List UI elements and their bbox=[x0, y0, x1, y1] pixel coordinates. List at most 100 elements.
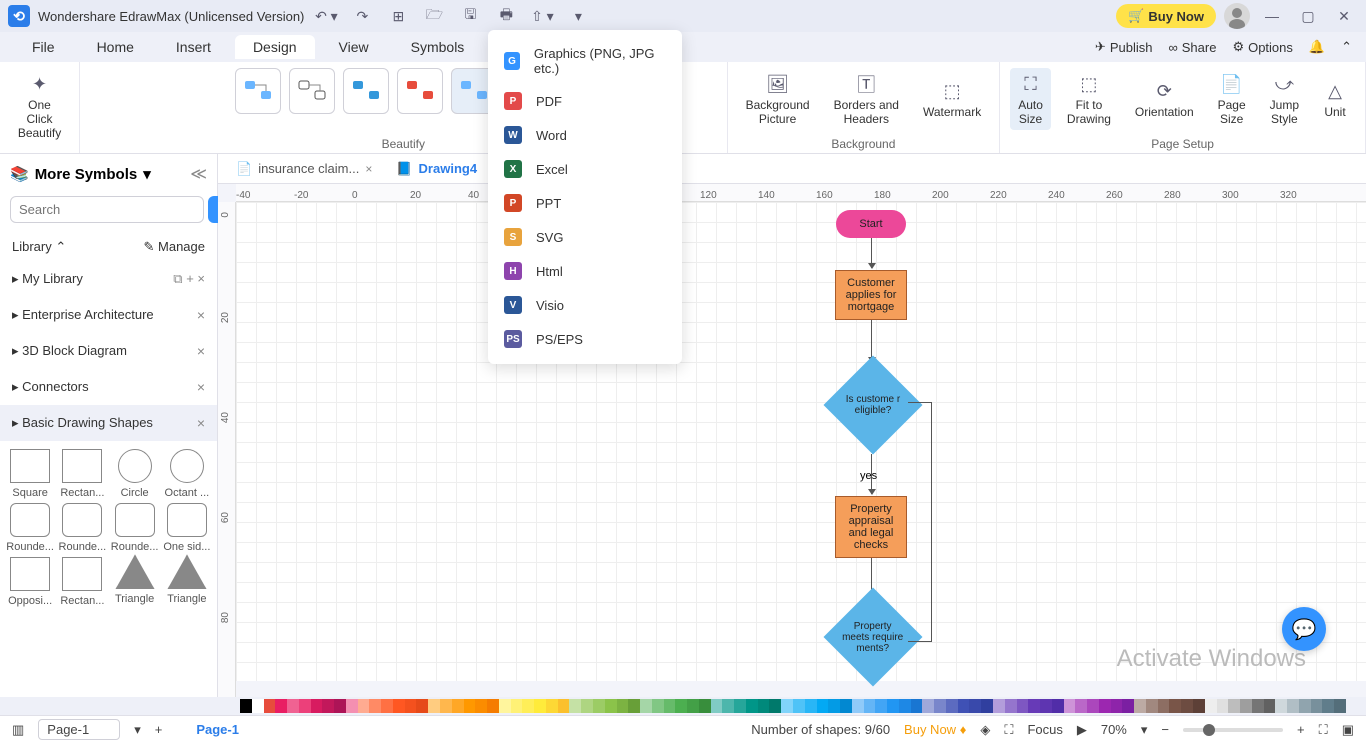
color-swatch[interactable] bbox=[817, 699, 829, 713]
options-button[interactable]: ⚙ Options bbox=[1232, 39, 1292, 55]
color-swatch[interactable] bbox=[299, 699, 311, 713]
color-swatch[interactable] bbox=[1111, 699, 1123, 713]
color-swatch[interactable] bbox=[1122, 699, 1134, 713]
color-swatch[interactable] bbox=[1134, 699, 1146, 713]
export-excel[interactable]: XExcel bbox=[488, 152, 682, 186]
flowchart-process[interactable]: Property appraisal and legal checks bbox=[835, 496, 907, 558]
color-swatch[interactable] bbox=[769, 699, 781, 713]
color-swatch[interactable] bbox=[534, 699, 546, 713]
color-swatch[interactable] bbox=[1311, 699, 1323, 713]
color-swatch[interactable] bbox=[981, 699, 993, 713]
document-tab[interactable]: 📄 insurance claim... × bbox=[226, 157, 382, 181]
color-swatch[interactable] bbox=[428, 699, 440, 713]
export-html[interactable]: HHtml bbox=[488, 254, 682, 288]
export-graphics-png-jpg-etc-[interactable]: GGraphics (PNG, JPG etc.) bbox=[488, 38, 682, 84]
color-swatch[interactable] bbox=[864, 699, 876, 713]
color-swatch[interactable] bbox=[346, 699, 358, 713]
close-icon[interactable]: × bbox=[197, 415, 205, 431]
color-swatch[interactable] bbox=[405, 699, 417, 713]
document-tab[interactable]: 📘 Drawing4 bbox=[386, 157, 487, 181]
color-swatch[interactable] bbox=[687, 699, 699, 713]
page-tab[interactable]: Page-1 bbox=[196, 722, 239, 737]
flowchart-process[interactable]: Customer applies for mortgage bbox=[835, 270, 907, 320]
export-word[interactable]: WWord bbox=[488, 118, 682, 152]
color-swatch[interactable] bbox=[487, 699, 499, 713]
color-swatch[interactable] bbox=[840, 699, 852, 713]
export-svg[interactable]: SSVG bbox=[488, 220, 682, 254]
color-swatch[interactable] bbox=[569, 699, 581, 713]
color-swatch[interactable] bbox=[911, 699, 923, 713]
shape-item[interactable]: Square bbox=[6, 449, 54, 499]
color-swatch[interactable] bbox=[699, 699, 711, 713]
symbol-search-input[interactable] bbox=[10, 196, 204, 223]
collapse-ribbon-icon[interactable]: ⌃ bbox=[1341, 39, 1352, 55]
close-icon[interactable]: × bbox=[197, 379, 205, 395]
menu-insert[interactable]: Insert bbox=[158, 35, 229, 59]
zoom-value[interactable]: 70% bbox=[1101, 722, 1127, 737]
page-list-icon[interactable]: ▥ bbox=[12, 722, 24, 738]
color-swatch[interactable] bbox=[993, 699, 1005, 713]
color-swatch[interactable] bbox=[828, 699, 840, 713]
color-swatch[interactable] bbox=[969, 699, 981, 713]
color-swatch[interactable] bbox=[416, 699, 428, 713]
shape-item[interactable]: Rectan... bbox=[58, 557, 106, 607]
print-icon[interactable]: 🖶 bbox=[492, 2, 520, 30]
color-swatch[interactable] bbox=[452, 699, 464, 713]
layers-icon[interactable]: ◈ bbox=[980, 722, 990, 738]
color-swatch[interactable] bbox=[852, 699, 864, 713]
color-swatch[interactable] bbox=[322, 699, 334, 713]
color-swatch[interactable] bbox=[1228, 699, 1240, 713]
color-swatch[interactable] bbox=[1299, 699, 1311, 713]
color-swatch[interactable] bbox=[252, 699, 264, 713]
theme-preset[interactable] bbox=[289, 68, 335, 114]
shape-item[interactable]: Rounde... bbox=[58, 503, 106, 553]
color-swatch[interactable] bbox=[617, 699, 629, 713]
redo-icon[interactable]: ↷ bbox=[348, 2, 376, 30]
menu-view[interactable]: View bbox=[321, 35, 387, 59]
symbol-category[interactable]: ▸ Enterprise Architecture× bbox=[0, 297, 217, 333]
color-swatch[interactable] bbox=[369, 699, 381, 713]
close-tab-icon[interactable]: × bbox=[365, 162, 372, 176]
undo-icon[interactable]: ↶ ▾ bbox=[312, 2, 340, 30]
theme-preset[interactable] bbox=[343, 68, 389, 114]
color-swatch[interactable] bbox=[511, 699, 523, 713]
connector[interactable] bbox=[871, 238, 872, 268]
color-swatch[interactable] bbox=[958, 699, 970, 713]
menu-design[interactable]: Design bbox=[235, 35, 315, 59]
export-ppt[interactable]: PPPT bbox=[488, 186, 682, 220]
color-swatch[interactable] bbox=[1052, 699, 1064, 713]
page-dropdown-icon[interactable]: ▾ bbox=[134, 722, 141, 738]
color-swatch[interactable] bbox=[1252, 699, 1264, 713]
color-swatch[interactable] bbox=[640, 699, 652, 713]
symbol-category[interactable]: ▸ My Library⧉ + × bbox=[0, 261, 217, 297]
color-swatch[interactable] bbox=[1075, 699, 1087, 713]
fit-page-icon[interactable]: ⛶ bbox=[1319, 722, 1328, 738]
color-swatch[interactable] bbox=[381, 699, 393, 713]
orientation-button[interactable]: ⟳Orientation bbox=[1127, 75, 1202, 123]
minimize-icon[interactable]: — bbox=[1258, 2, 1286, 30]
focus-label[interactable]: Focus bbox=[1027, 722, 1062, 737]
color-swatch[interactable] bbox=[1181, 699, 1193, 713]
fit-drawing-button[interactable]: ⬚Fit to Drawing bbox=[1059, 68, 1119, 130]
shape-item[interactable]: Circle bbox=[111, 449, 159, 499]
color-swatch[interactable] bbox=[287, 699, 299, 713]
color-swatch[interactable] bbox=[934, 699, 946, 713]
color-swatch[interactable] bbox=[558, 699, 570, 713]
color-swatch[interactable] bbox=[581, 699, 593, 713]
shape-item[interactable]: Opposi... bbox=[6, 557, 54, 607]
close-icon[interactable]: ✕ bbox=[1330, 2, 1358, 30]
connector[interactable] bbox=[908, 402, 932, 642]
add-page-button[interactable]: + bbox=[155, 722, 163, 737]
more-icon[interactable]: ▾ bbox=[564, 2, 592, 30]
color-swatch[interactable] bbox=[264, 699, 276, 713]
flowchart-start[interactable]: Start bbox=[836, 210, 906, 238]
color-swatch[interactable] bbox=[746, 699, 758, 713]
color-swatch[interactable] bbox=[440, 699, 452, 713]
zoom-slider[interactable] bbox=[1183, 728, 1283, 732]
color-swatch[interactable] bbox=[1005, 699, 1017, 713]
color-swatch[interactable] bbox=[1334, 699, 1346, 713]
new-icon[interactable]: ⊞ bbox=[384, 2, 412, 30]
color-swatch[interactable] bbox=[1099, 699, 1111, 713]
color-swatch[interactable] bbox=[1217, 699, 1229, 713]
theme-preset[interactable] bbox=[235, 68, 281, 114]
